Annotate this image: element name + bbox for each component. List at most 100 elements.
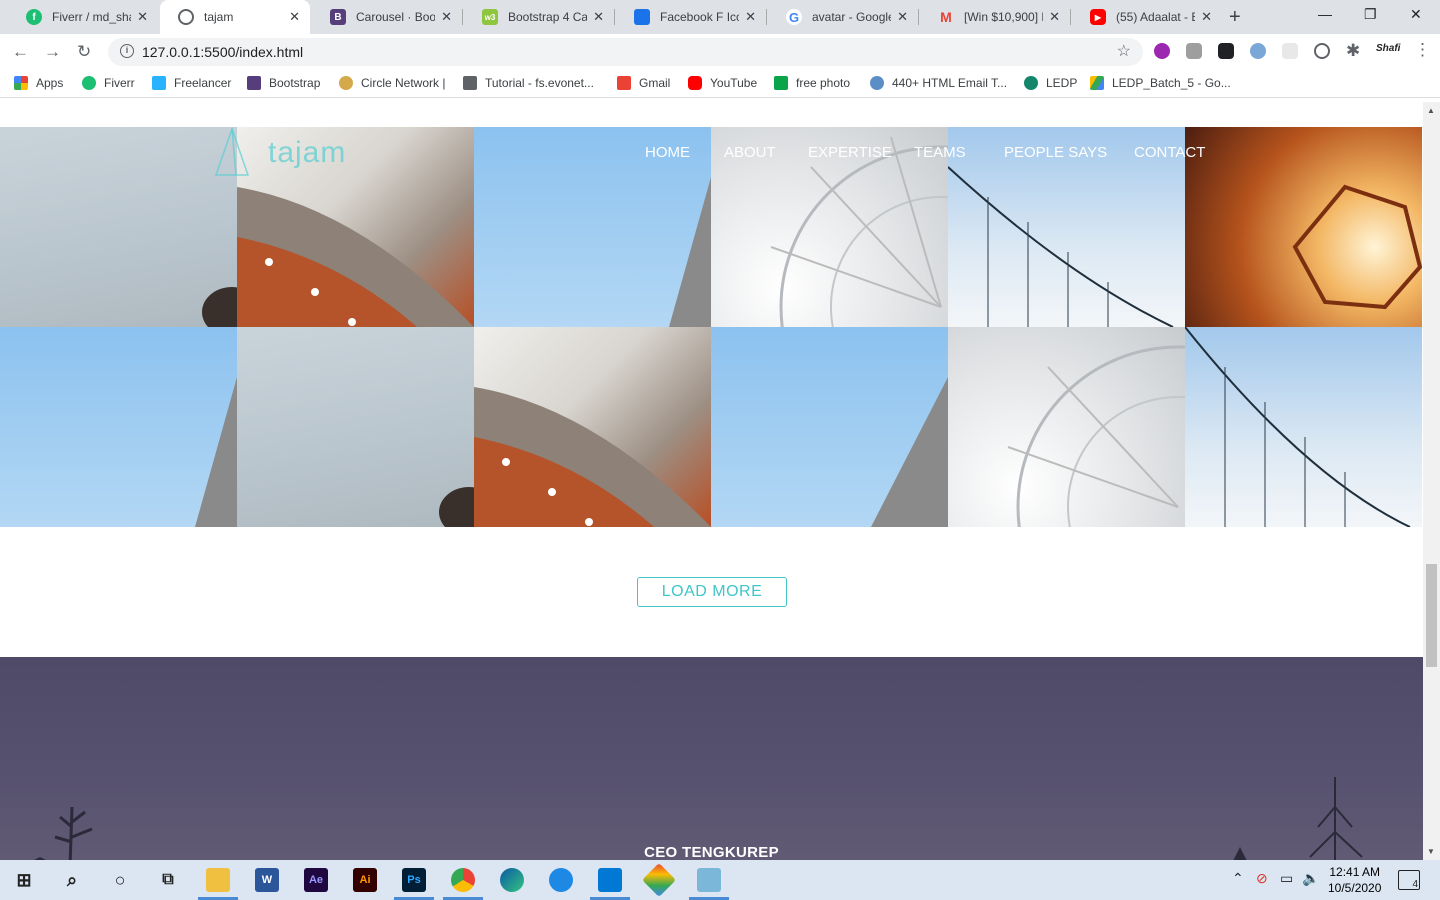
- bookmark-gmail[interactable]: Gmail: [617, 76, 670, 90]
- load-more-button[interactable]: LOAD MORE: [637, 577, 787, 607]
- close-window-icon[interactable]: ✕: [1410, 6, 1422, 23]
- system-clock[interactable]: 12:41 AM 10/5/2020: [1328, 864, 1381, 896]
- nav-contact[interactable]: CONTACT: [1134, 144, 1205, 161]
- profile-avatar[interactable]: Shafi: [1376, 43, 1400, 54]
- extension-icon[interactable]: [1282, 43, 1298, 59]
- tab-fiverr[interactable]: f Fiverr / md_shafi ✕: [8, 0, 158, 34]
- close-icon[interactable]: ✕: [441, 9, 452, 25]
- close-icon[interactable]: ✕: [745, 9, 756, 25]
- back-icon[interactable]: ←: [12, 42, 29, 62]
- gallery-image-architecture[interactable]: [474, 327, 711, 527]
- bookmark-freelancer[interactable]: Freelancer: [152, 76, 231, 90]
- network-error-icon[interactable]: ⊘: [1256, 870, 1268, 887]
- site-logo-text[interactable]: tajam: [268, 136, 346, 170]
- globe-icon: [178, 9, 194, 25]
- notification-center-icon[interactable]: 4: [1398, 870, 1420, 890]
- after-effects-icon[interactable]: Ae: [304, 868, 328, 892]
- extension-icon[interactable]: [1186, 43, 1202, 59]
- tab-carousel[interactable]: B Carousel · Bootstrap ✕: [312, 0, 462, 34]
- tab-title: [Win $10,900] Li: [964, 10, 1044, 24]
- extension-icon[interactable]: [1218, 43, 1234, 59]
- scroll-up-icon[interactable]: ▲: [1427, 106, 1435, 115]
- vscode-icon[interactable]: [598, 868, 622, 892]
- windows-start-icon[interactable]: ⊞: [12, 868, 36, 892]
- url-text[interactable]: 127.0.0.1:5500/index.html: [142, 44, 303, 60]
- tab-title: Bootstrap 4 Cards: [508, 10, 588, 24]
- extension-icon[interactable]: [1250, 43, 1266, 59]
- freelancer-icon: [152, 76, 166, 90]
- tab-facebook-icon[interactable]: Facebook F Icon ✕: [616, 0, 766, 34]
- gallery-image-building-sky[interactable]: [711, 327, 948, 527]
- chrome-icon[interactable]: [451, 868, 475, 892]
- bookmark-tutorial[interactable]: Tutorial - fs.evonet...: [463, 76, 594, 90]
- scroll-down-icon[interactable]: ▼: [1427, 847, 1435, 856]
- extension-icon[interactable]: [1314, 43, 1330, 59]
- file-explorer-icon[interactable]: [206, 868, 230, 892]
- nav-people-says[interactable]: PEOPLE SAYS: [1004, 144, 1107, 161]
- nav-home[interactable]: HOME: [645, 144, 690, 161]
- bookmark-star-icon[interactable]: ☆: [1117, 41, 1131, 61]
- tab-tajam[interactable]: tajam ✕: [160, 0, 310, 34]
- gallery-image-glass-dome[interactable]: [948, 327, 1185, 527]
- gallery-image-bridge[interactable]: [1185, 327, 1422, 527]
- illustrator-icon[interactable]: Ai: [353, 868, 377, 892]
- word-icon[interactable]: W: [255, 868, 279, 892]
- bookmark-youtube[interactable]: YouTube: [688, 76, 757, 90]
- tab-google[interactable]: G avatar - Google ✕: [768, 0, 918, 34]
- edge-icon[interactable]: [500, 868, 524, 892]
- search-icon[interactable]: ⌕: [60, 868, 84, 892]
- address-bar[interactable]: i 127.0.0.1:5500/index.html ☆: [108, 38, 1143, 66]
- restore-icon[interactable]: ❐: [1364, 6, 1377, 23]
- bookmark-apps[interactable]: Apps: [14, 76, 63, 90]
- bootstrap-icon: [247, 76, 261, 90]
- tab-gmail[interactable]: M [Win $10,900] Li ✕: [920, 0, 1070, 34]
- forward-icon[interactable]: →: [44, 42, 61, 62]
- browser-toolbar: ← → ↻ i 127.0.0.1:5500/index.html ☆ ✱ Sh…: [0, 34, 1440, 70]
- app-icon[interactable]: [549, 868, 573, 892]
- tab-bootstrap-cards[interactable]: w3 Bootstrap 4 Cards ✕: [464, 0, 614, 34]
- gallery-image-sky[interactable]: [0, 127, 237, 327]
- bookmark-ledp-batch[interactable]: LEDP_Batch_5 - Go...: [1090, 76, 1231, 90]
- close-icon[interactable]: ✕: [897, 9, 908, 25]
- new-tab-button[interactable]: +: [1229, 6, 1241, 29]
- nav-expertise[interactable]: EXPERTISE: [808, 144, 892, 161]
- puzzle-icon[interactable]: ✱: [1346, 41, 1360, 61]
- bookmark-ledp[interactable]: LEDP: [1024, 76, 1077, 90]
- gallery-image-sky[interactable]: [237, 327, 474, 527]
- bookmark-free-photo[interactable]: free photo: [774, 76, 850, 90]
- close-icon[interactable]: ✕: [289, 9, 300, 25]
- folder-icon: [463, 76, 477, 90]
- scrollbar-thumb[interactable]: [1426, 564, 1437, 667]
- volume-icon[interactable]: 🔈: [1302, 870, 1319, 887]
- clock-time: 12:41 AM: [1329, 865, 1381, 879]
- minimize-icon[interactable]: —: [1318, 6, 1332, 22]
- bootstrap-icon: B: [330, 9, 346, 25]
- gallery-image-building-sky[interactable]: [0, 327, 237, 527]
- app-icon[interactable]: [642, 863, 676, 897]
- reload-icon[interactable]: ↻: [77, 42, 91, 62]
- bookmark-circle-network[interactable]: Circle Network |: [339, 76, 445, 90]
- photo-icon: [774, 76, 788, 90]
- close-icon[interactable]: ✕: [593, 9, 604, 25]
- tab-youtube[interactable]: ▶ (55) Adaalat - Be ✕: [1072, 0, 1222, 34]
- nav-teams[interactable]: TEAMS: [914, 144, 966, 161]
- close-icon[interactable]: ✕: [1201, 9, 1212, 25]
- chevron-up-icon[interactable]: ⌃: [1232, 870, 1244, 887]
- info-icon[interactable]: i: [120, 44, 134, 58]
- gallery-image-octagon-ceiling[interactable]: [1185, 127, 1422, 327]
- menu-kebab-icon[interactable]: ⋮: [1414, 40, 1431, 60]
- bookmark-bootstrap[interactable]: Bootstrap: [247, 76, 320, 90]
- tab-title: Facebook F Icon: [660, 10, 739, 24]
- task-view-icon[interactable]: ⧉: [156, 868, 180, 892]
- extension-icon[interactable]: [1154, 43, 1170, 59]
- photoshop-icon[interactable]: Ps: [402, 868, 426, 892]
- network-icon[interactable]: ▭: [1280, 870, 1293, 887]
- cortana-icon[interactable]: ○: [108, 868, 132, 892]
- nav-about[interactable]: ABOUT: [724, 144, 776, 161]
- page-scrollbar[interactable]: ▲ ▼: [1423, 102, 1440, 860]
- notes-icon[interactable]: [697, 868, 721, 892]
- bookmark-fiverr[interactable]: Fiverr: [82, 76, 135, 90]
- bookmark-html-email[interactable]: 440+ HTML Email T...: [870, 76, 1007, 90]
- close-icon[interactable]: ✕: [137, 9, 148, 25]
- close-icon[interactable]: ✕: [1049, 9, 1060, 25]
